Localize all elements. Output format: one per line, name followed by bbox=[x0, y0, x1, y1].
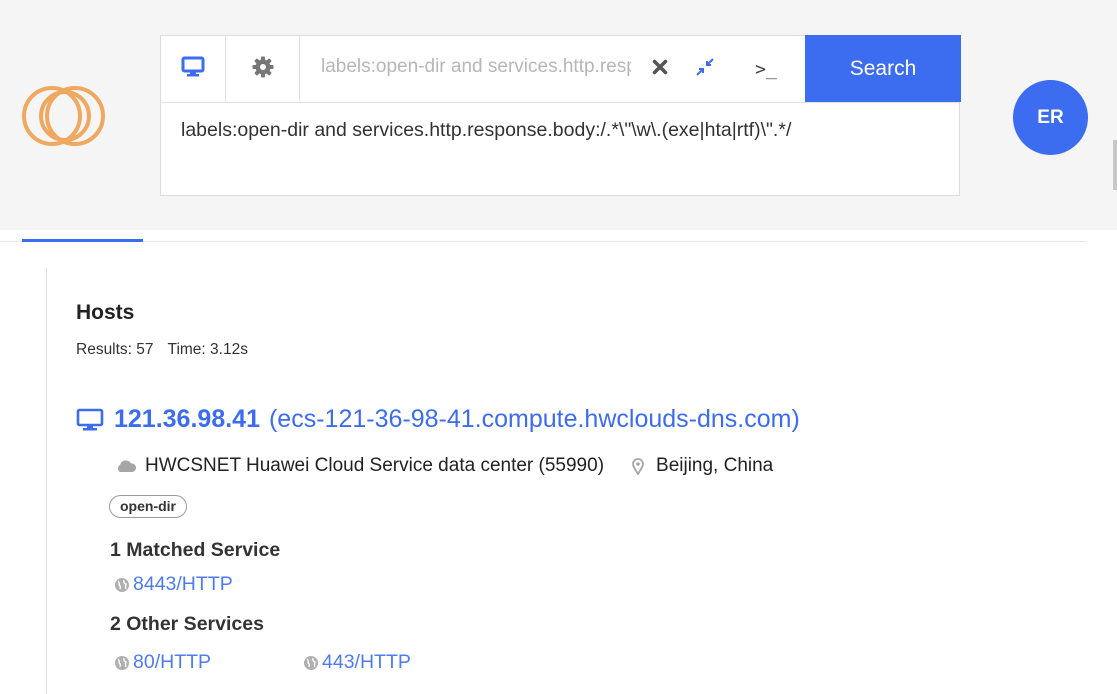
terminal-button[interactable]: >_ bbox=[739, 36, 793, 102]
host-location: Beijing, China bbox=[656, 455, 774, 476]
settings-button[interactable] bbox=[226, 36, 300, 102]
globe-icon bbox=[115, 655, 129, 670]
location-pin-icon bbox=[632, 457, 644, 475]
close-icon bbox=[652, 59, 668, 80]
other-service-label[interactable]: 80/HTTP bbox=[133, 651, 211, 674]
results-meta: Results: 57 Time: 3.12s bbox=[76, 341, 262, 359]
host-info: HWCSNET Huawei Cloud Service data center… bbox=[115, 455, 773, 477]
tab-divider bbox=[0, 241, 1087, 242]
header-bar: labels:open-dir and services.http.respon… bbox=[0, 0, 1117, 230]
globe-icon bbox=[115, 577, 129, 592]
monitor-icon bbox=[181, 56, 205, 83]
monitor-icon bbox=[76, 408, 104, 432]
terminal-icon: >_ bbox=[755, 58, 777, 80]
active-tab-indicator bbox=[22, 239, 143, 242]
results-title: Hosts bbox=[76, 301, 135, 324]
results-time: Time: 3.12s bbox=[167, 341, 248, 358]
search-toolbar: labels:open-dir and services.http.respon… bbox=[161, 35, 961, 103]
query-textarea[interactable]: labels:open-dir and services.http.respon… bbox=[181, 119, 791, 142]
other-services-label: 2 Other Services bbox=[110, 613, 264, 635]
collapse-query-button[interactable] bbox=[685, 36, 725, 102]
gear-icon bbox=[252, 56, 274, 83]
host-ip[interactable]: 121.36.98.41 bbox=[114, 405, 260, 434]
compact-query-input[interactable]: labels:open-dir and services.http.respon… bbox=[321, 56, 631, 78]
host-network: HWCSNET Huawei Cloud Service data center… bbox=[145, 455, 605, 476]
cloud-icon bbox=[115, 459, 137, 473]
globe-icon bbox=[304, 655, 318, 670]
label-tag[interactable]: open-dir bbox=[109, 495, 187, 518]
scrollbar-thumb[interactable] bbox=[1113, 140, 1117, 190]
other-service-label[interactable]: 443/HTTP bbox=[322, 651, 411, 674]
clear-query-button[interactable] bbox=[643, 36, 677, 102]
collapse-icon bbox=[695, 57, 715, 82]
search-box: labels:open-dir and services.http.respon… bbox=[160, 35, 961, 196]
host-name[interactable]: (ecs-121-36-98-41.compute.hwclouds-dns.c… bbox=[269, 405, 800, 434]
matched-service-label[interactable]: 8443/HTTP bbox=[133, 573, 233, 596]
logo-icon[interactable] bbox=[20, 76, 110, 161]
results-panel: Hosts Results: 57 Time: 3.12s 121.36.98.4… bbox=[46, 268, 1117, 694]
matched-service-link[interactable]: 8443/HTTP bbox=[114, 573, 233, 596]
host-mode-button[interactable] bbox=[161, 36, 226, 102]
other-service-link[interactable]: 443/HTTP bbox=[303, 651, 411, 674]
user-avatar[interactable]: ER bbox=[1013, 80, 1088, 155]
search-button[interactable]: Search bbox=[805, 35, 961, 102]
results-count: Results: 57 bbox=[76, 341, 154, 358]
host-result-link[interactable]: 121.36.98.41 (ecs-121-36-98-41.compute.h… bbox=[76, 405, 800, 434]
other-service-link[interactable]: 80/HTTP bbox=[114, 651, 211, 674]
matched-services-label: 1 Matched Service bbox=[110, 539, 281, 561]
